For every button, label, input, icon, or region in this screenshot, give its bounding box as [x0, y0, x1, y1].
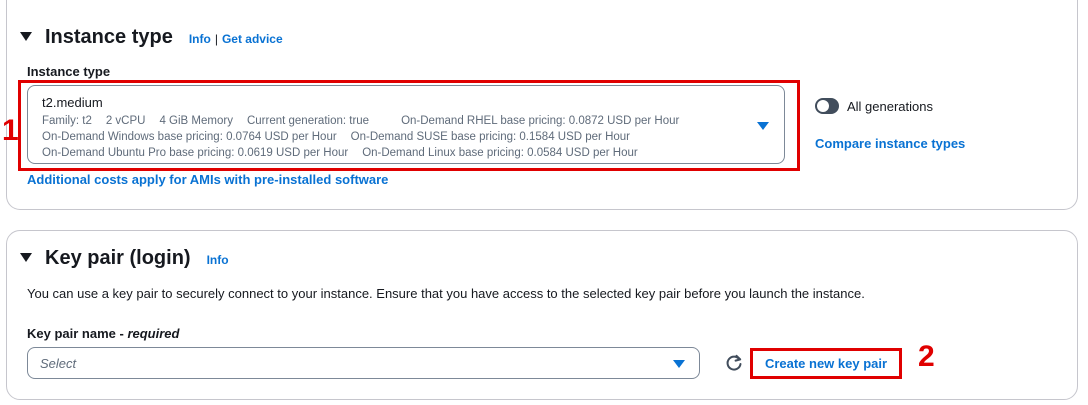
collapse-caret-icon[interactable]	[20, 32, 32, 41]
key-pair-title: Key pair (login)	[45, 247, 191, 269]
instance-details-line-3: On-Demand Ubuntu Pro base pricing: 0.061…	[42, 145, 770, 161]
key-pair-info-link[interactable]: Info	[207, 253, 229, 267]
all-generations-label: All generations	[847, 99, 933, 114]
windows-pricing: On-Demand Windows base pricing: 0.0764 U…	[42, 131, 337, 143]
instance-generation: Current generation: true	[246, 115, 370, 127]
get-advice-link[interactable]: Get advice	[222, 32, 283, 46]
linux-pricing: On-Demand Linux base pricing: 0.0584 USD…	[362, 147, 638, 159]
annotation-marker-2: 2	[918, 340, 935, 373]
annotation-marker-1: 1	[2, 114, 19, 147]
instance-type-header: Instance type Info | Get advice	[20, 26, 283, 49]
refresh-icon[interactable]	[724, 353, 744, 373]
key-pair-field-label: Key pair name - required	[27, 326, 179, 341]
dropdown-arrow-icon	[673, 360, 685, 368]
instance-name: t2.medium	[42, 95, 103, 110]
rhel-pricing: On-Demand RHEL base pricing: 0.0872 USD …	[401, 115, 680, 127]
key-pair-header: Key pair (login) Info	[20, 247, 229, 270]
suse-pricing: On-Demand SUSE base pricing: 0.1584 USD …	[350, 131, 631, 143]
all-generations-toggle[interactable]	[815, 98, 839, 114]
instance-type-info-link[interactable]: Info	[189, 32, 211, 46]
instance-family: Family: t2	[42, 115, 92, 127]
ubuntu-pro-pricing: On-Demand Ubuntu Pro base pricing: 0.061…	[42, 147, 349, 159]
instance-type-select[interactable]: t2.medium Family: t2 2 vCPU 4 GiB Memory Cu…	[27, 85, 785, 164]
instance-type-field-label: Instance type	[27, 64, 111, 79]
instance-vcpu: 2 vCPU	[105, 115, 146, 127]
instance-details-line-1: Family: t2 2 vCPU 4 GiB Memory Current gene…	[42, 113, 770, 129]
key-pair-placeholder: Select	[40, 355, 77, 371]
required-label: required	[127, 326, 180, 341]
additional-costs-link[interactable]: Additional costs apply for AMIs with pre…	[27, 172, 388, 187]
instance-type-title: Instance type	[45, 26, 173, 48]
link-separator: |	[214, 32, 218, 46]
dropdown-arrow-icon	[757, 122, 769, 130]
collapse-caret-icon[interactable]	[20, 253, 32, 262]
instance-memory: 4 GiB Memory	[159, 115, 233, 127]
create-new-key-pair-button[interactable]: Create new key pair	[750, 348, 902, 379]
key-pair-select[interactable]: Select	[27, 347, 700, 379]
key-pair-label-text: Key pair name -	[27, 326, 128, 341]
key-pair-description: You can use a key pair to securely conne…	[27, 286, 865, 301]
instance-details-line-2: On-Demand Windows base pricing: 0.0764 U…	[42, 129, 770, 145]
compare-instance-types-link[interactable]: Compare instance types	[815, 136, 965, 151]
